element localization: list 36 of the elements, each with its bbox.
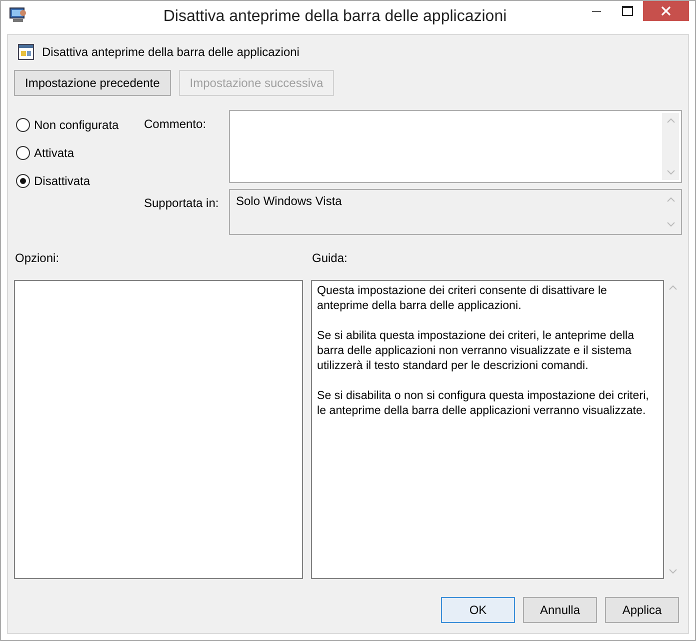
comment-label: Commento: [144,116,208,133]
close-icon [661,6,671,16]
scrollbar[interactable] [662,113,679,180]
scroll-down-icon[interactable] [669,569,677,574]
help-paragraph: Se si abilita questa impostazione dei criteri, le anteprime della barra delle applicazioni non verranno visualizzate e il sistema utilizzerà il testo standard per le descrizioni comandi. [317,328,636,373]
options-label: Opzioni: [14,250,60,267]
scroll-down-icon[interactable] [666,170,674,175]
comment-field[interactable] [229,110,682,183]
radio-button[interactable] [16,118,30,132]
help-paragraph: Questa impostazione dei criteri consente di disattivare le anteprime della barra delle applicazioni. [317,283,608,313]
dialog-button[interactable]: Annulla [523,597,597,623]
computer-icon [9,7,27,23]
radio-button[interactable] [16,146,30,160]
maximize-icon [622,6,632,16]
close-button[interactable] [643,1,689,21]
dialog-button[interactable]: OK [441,597,515,623]
help-paragraph: Se si disabilita o non si configura questa impostazione dei criteri, le anteprime della barra delle applicazioni verranno visualizzate. [317,388,650,418]
radio-button[interactable] [16,174,30,188]
dialog-button[interactable]: Applica [605,597,679,623]
navigation-button[interactable]: Impostazione precedente [14,70,171,96]
supported-value: Solo Windows Vista [236,194,342,208]
supported-label: Supportata in: [144,195,220,212]
scroll-down-icon[interactable] [666,222,674,227]
radio-label: Disattivata [34,174,90,188]
radio-option[interactable]: Attivata [16,144,144,161]
radio-label: Attivata [34,146,74,160]
radio-option[interactable]: Non configurata [16,116,144,133]
policy-title: Disattiva anteprime della barra delle applicazioni [42,45,300,59]
scroll-up-icon[interactable] [666,118,674,123]
radio-label: Non configurata [34,118,119,132]
scroll-up-icon[interactable] [666,197,674,202]
policy-icon [18,44,34,60]
window-title: Disattiva anteprime della barra delle applicazioni [162,7,508,27]
radio-option[interactable]: Disattivata [16,172,144,189]
help-label: Guida: [311,250,348,267]
scroll-up-icon[interactable] [669,285,677,290]
